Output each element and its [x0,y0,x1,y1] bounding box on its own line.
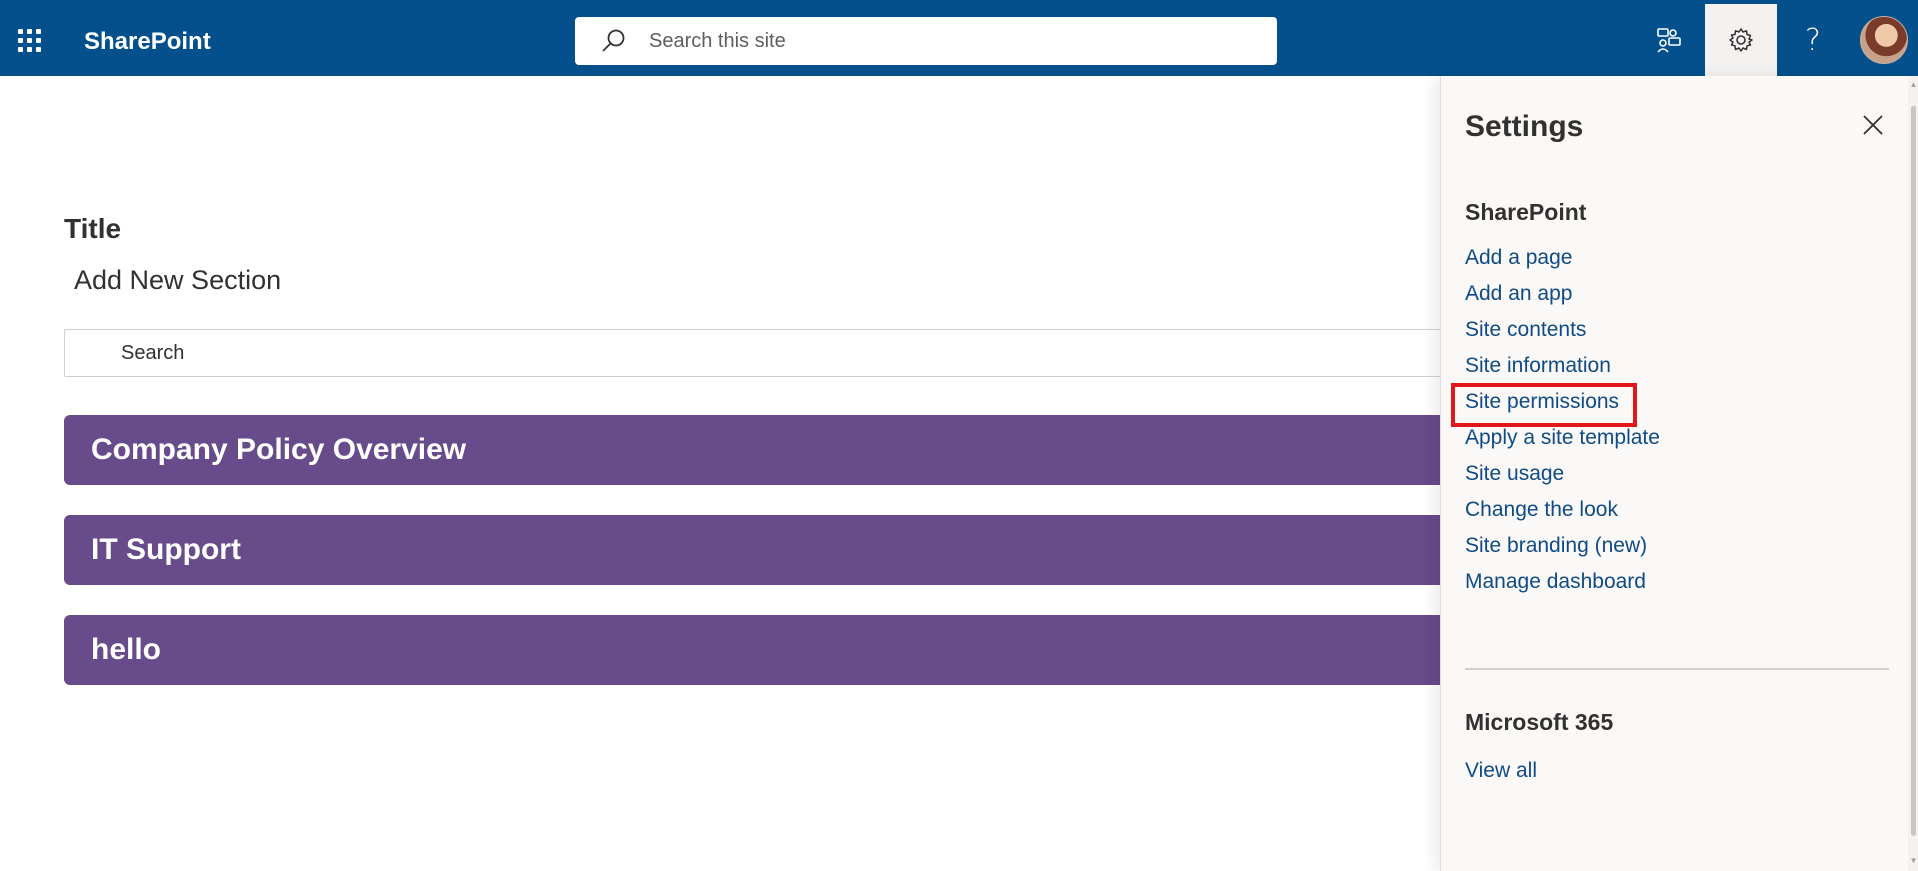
suite-bar: SharePoint ? [0,4,1918,76]
add-a-page-link[interactable]: Add a page [1465,244,1660,280]
site-branding-link[interactable]: Site branding (new) [1465,532,1660,568]
account-button[interactable] [1848,4,1918,76]
sharepoint-heading: SharePoint [1465,199,1587,225]
help-icon: ? [1805,22,1821,58]
close-panel-button[interactable] [1856,108,1890,142]
panel-scrollbar[interactable]: ▲ ▼ [1908,76,1918,871]
panel-divider [1465,668,1889,670]
settings-button[interactable] [1705,4,1777,76]
page-title: Title [64,213,122,244]
close-icon [1863,115,1883,135]
gear-icon [1729,28,1753,52]
site-information-link[interactable]: Site information [1465,352,1660,388]
content-search-input[interactable] [119,340,1319,366]
site-permissions-link[interactable]: Site permissions [1465,388,1660,424]
feedback-icon [1657,28,1681,53]
site-usage-link[interactable]: Site usage [1465,460,1660,496]
site-contents-link[interactable]: Site contents [1465,316,1660,352]
view-all-link[interactable]: View all [1465,759,1537,783]
add-new-section-link[interactable]: Add New Section [74,265,281,296]
section-company-policy[interactable]: Company Policy Overview [64,415,1464,485]
change-the-look-link[interactable]: Change the look [1465,496,1660,532]
scrollbar-thumb[interactable] [1911,106,1916,836]
settings-panel: Settings SharePoint Add a page Add an ap… [1440,76,1918,871]
site-search-box[interactable] [575,17,1277,65]
feedback-button[interactable] [1633,4,1705,76]
settings-panel-title: Settings [1465,110,1584,143]
settings-link-list: Add a page Add an app Site contents Site… [1465,244,1660,604]
content-search-box[interactable] [64,329,1464,377]
section-it-support[interactable]: IT Support [64,515,1464,585]
add-an-app-link[interactable]: Add an app [1465,280,1660,316]
apply-site-template-link[interactable]: Apply a site template [1465,424,1660,460]
main-content: Title Add New Section Company Policy Ove… [0,76,1464,871]
manage-dashboard-link[interactable]: Manage dashboard [1465,568,1660,604]
help-button[interactable]: ? [1777,4,1849,76]
waffle-icon[interactable] [18,29,52,63]
brand-title[interactable]: SharePoint [84,28,211,56]
section-hello[interactable]: hello [64,615,1464,685]
microsoft-365-heading: Microsoft 365 [1465,709,1614,735]
search-icon [602,29,625,52]
avatar [1860,16,1908,64]
site-search-input[interactable] [647,28,1247,54]
scroll-up-icon[interactable]: ▲ [1909,80,1918,89]
scroll-down-icon[interactable]: ▼ [1909,856,1918,865]
